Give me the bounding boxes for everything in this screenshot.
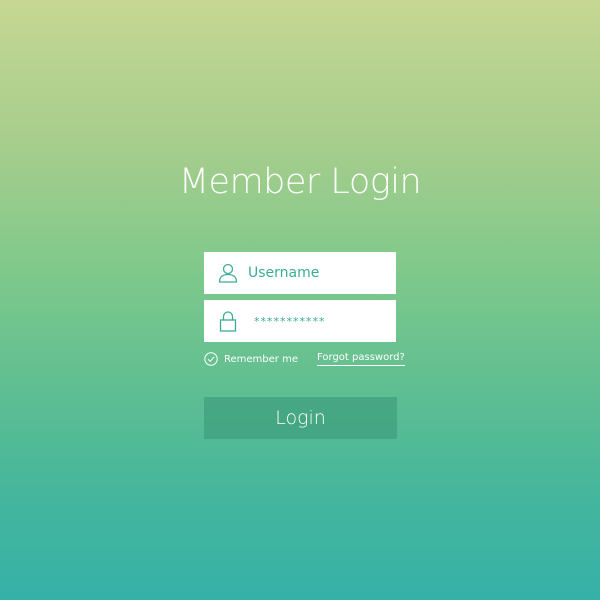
user-icon: [216, 261, 240, 285]
login-button[interactable]: Login: [204, 397, 397, 439]
forgot-password-link[interactable]: Forgot password?: [317, 351, 405, 366]
check-circle-icon: [204, 352, 218, 366]
username-field[interactable]: [204, 252, 396, 294]
remember-me-checkbox[interactable]: Remember me: [204, 351, 298, 367]
page-title: Member Login: [178, 162, 422, 202]
remember-me-label: Remember me: [224, 353, 298, 365]
username-input[interactable]: [248, 252, 388, 294]
password-input[interactable]: [254, 300, 394, 342]
password-field[interactable]: [204, 300, 396, 342]
lock-icon: [216, 309, 240, 333]
